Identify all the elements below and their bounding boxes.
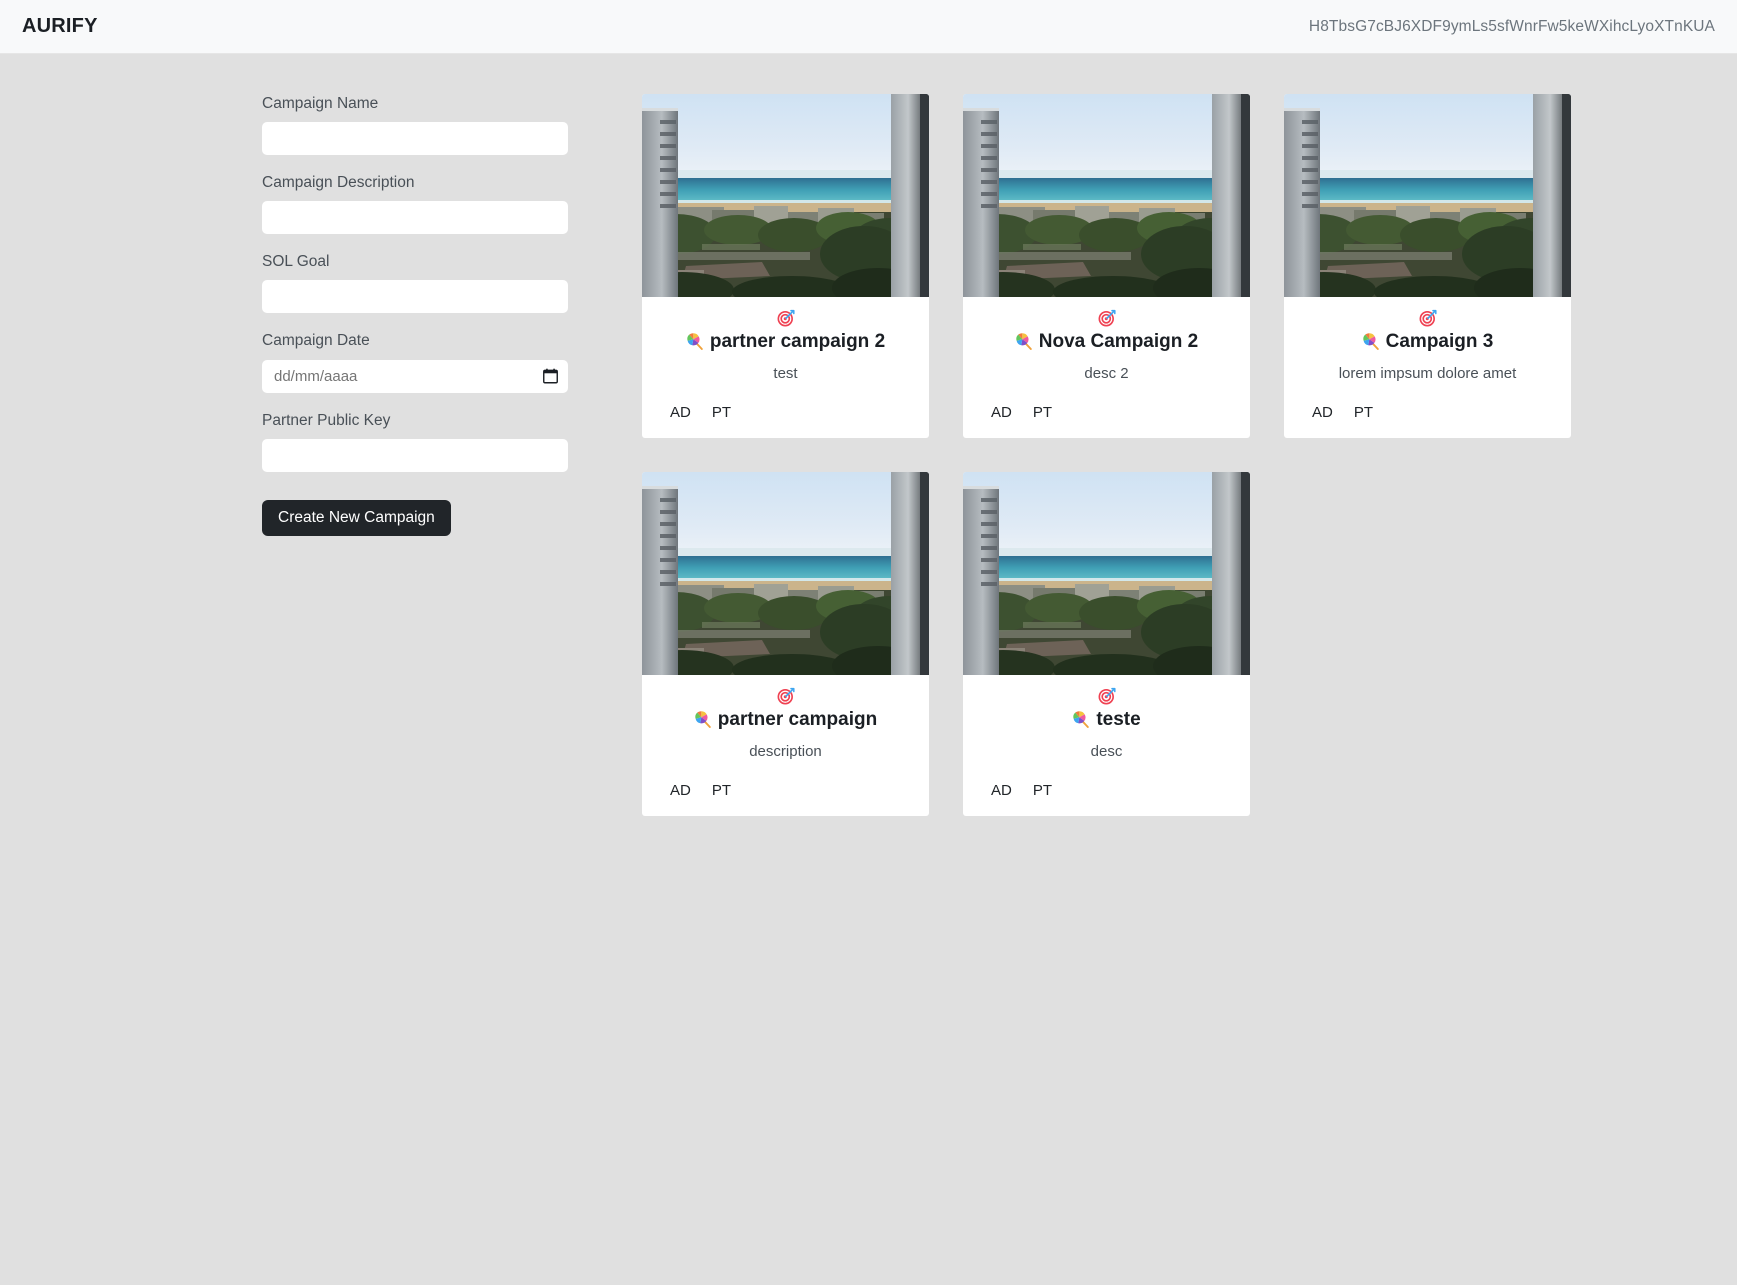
campaign-description-input[interactable] bbox=[262, 201, 568, 235]
campaign-name-label: Campaign Name bbox=[262, 95, 379, 112]
field-campaign-name: Campaign Name bbox=[262, 94, 607, 156]
field-sol-goal: SOL Goal bbox=[262, 252, 607, 314]
create-new-campaign-button[interactable]: Create New Campaign bbox=[262, 499, 451, 537]
campaign-date-label: Campaign Date bbox=[262, 332, 370, 350]
app-brand-logo[interactable]: AURIFY bbox=[22, 15, 98, 38]
lollipop-icon bbox=[1362, 333, 1379, 351]
campaign-card-title: partner campaign 2 bbox=[709, 331, 886, 352]
campaign-photo bbox=[1284, 94, 1571, 297]
page-content: Campaign Name Campaign Description SOL G… bbox=[0, 54, 1737, 817]
campaign-card-title: Nova Campaign 2 bbox=[1038, 331, 1199, 352]
campaign-pt-link[interactable]: PT bbox=[1354, 405, 1373, 420]
campaign-card-description: desc bbox=[1090, 742, 1123, 760]
campaign-card-description: lorem impsum dolore amet bbox=[1338, 364, 1517, 382]
campaign-card-actions: AD PT bbox=[1296, 405, 1559, 420]
campaign-photo bbox=[642, 472, 929, 676]
campaign-card-title-row: teste bbox=[975, 707, 1238, 733]
campaign-card-actions: AD PT bbox=[975, 405, 1238, 420]
target-icon bbox=[1098, 688, 1116, 705]
create-campaign-form: Campaign Name Campaign Description SOL G… bbox=[262, 94, 607, 537]
campaign-card-body: partner campaign 2 test AD PT bbox=[642, 297, 929, 438]
wallet-address[interactable]: H8TbsG7cBJ6XDF9ymLs5sfWnrFw5keWXihcLyoXT… bbox=[1309, 18, 1715, 36]
campaign-photo bbox=[642, 94, 929, 297]
target-icon bbox=[777, 309, 795, 327]
campaign-card[interactable]: partner campaign 2 test AD PT bbox=[642, 94, 929, 439]
campaign-cards-grid: partner campaign 2 test AD PT Nova Campa… bbox=[642, 94, 1642, 817]
campaign-card-title: partner campaign bbox=[717, 709, 878, 731]
campaign-ad-link[interactable]: AD bbox=[1312, 405, 1333, 420]
campaign-card-description: desc 2 bbox=[1084, 364, 1129, 382]
campaign-card[interactable]: Campaign 3 lorem impsum dolore amet AD PT bbox=[1284, 94, 1571, 439]
campaign-pt-link[interactable]: PT bbox=[1033, 783, 1052, 798]
campaign-photo bbox=[963, 94, 1250, 297]
campaign-card-title: Campaign 3 bbox=[1385, 331, 1494, 352]
field-partner-public-key: Partner Public Key bbox=[262, 411, 607, 472]
campaign-card-title-row: partner campaign bbox=[654, 707, 917, 733]
field-campaign-date: Campaign Date bbox=[262, 331, 607, 393]
campaign-pt-link[interactable]: PT bbox=[1033, 405, 1052, 420]
campaign-ad-link[interactable]: AD bbox=[991, 783, 1012, 798]
lollipop-icon bbox=[1073, 711, 1090, 729]
campaign-card-actions: AD PT bbox=[975, 783, 1238, 798]
sol-goal-label: SOL Goal bbox=[262, 253, 330, 271]
target-icon bbox=[777, 688, 795, 705]
partner-public-key-input[interactable] bbox=[262, 438, 568, 472]
campaign-pt-link[interactable]: PT bbox=[712, 783, 731, 798]
campaign-card-title-row: Nova Campaign 2 bbox=[975, 329, 1238, 355]
campaign-date-input[interactable] bbox=[262, 359, 568, 393]
lollipop-icon bbox=[695, 711, 711, 729]
campaign-card-title-row: Campaign 3 bbox=[1296, 329, 1559, 355]
campaign-photo bbox=[963, 472, 1250, 676]
campaign-card-body: Nova Campaign 2 desc 2 AD PT bbox=[963, 297, 1250, 438]
target-icon bbox=[1419, 309, 1437, 327]
campaign-card-title-row: partner campaign 2 bbox=[654, 329, 917, 355]
partner-public-key-label: Partner Public Key bbox=[262, 411, 391, 429]
sol-goal-input[interactable] bbox=[262, 280, 568, 314]
top-navbar: AURIFY H8TbsG7cBJ6XDF9ymLs5sfWnrFw5keWXi… bbox=[0, 0, 1737, 54]
campaign-card-actions: AD PT bbox=[654, 783, 917, 798]
lollipop-icon bbox=[687, 333, 703, 351]
campaign-card[interactable]: Nova Campaign 2 desc 2 AD PT bbox=[963, 94, 1250, 439]
campaign-date-wrapper bbox=[262, 359, 568, 393]
campaign-card-body: Campaign 3 lorem impsum dolore amet AD PT bbox=[1284, 297, 1571, 438]
campaign-card-body: partner campaign description AD PT bbox=[642, 675, 929, 816]
campaign-ad-link[interactable]: AD bbox=[670, 405, 691, 420]
campaign-ad-link[interactable]: AD bbox=[991, 405, 1012, 420]
campaign-card[interactable]: partner campaign description AD PT bbox=[642, 472, 929, 817]
campaign-pt-link[interactable]: PT bbox=[712, 405, 731, 420]
lollipop-icon bbox=[1016, 333, 1032, 351]
campaign-card-actions: AD PT bbox=[654, 405, 917, 420]
campaign-card[interactable]: teste desc AD PT bbox=[963, 472, 1250, 817]
campaign-card-description: test bbox=[773, 364, 798, 382]
target-icon bbox=[1098, 309, 1116, 327]
campaign-card-description: description bbox=[749, 742, 822, 760]
campaign-card-title: teste bbox=[1096, 709, 1141, 731]
campaign-name-input[interactable] bbox=[262, 122, 568, 156]
campaign-card-body: teste desc AD PT bbox=[963, 675, 1250, 816]
field-campaign-description: Campaign Description bbox=[262, 173, 607, 235]
campaign-description-label: Campaign Description bbox=[262, 174, 415, 192]
campaign-ad-link[interactable]: AD bbox=[670, 783, 691, 798]
